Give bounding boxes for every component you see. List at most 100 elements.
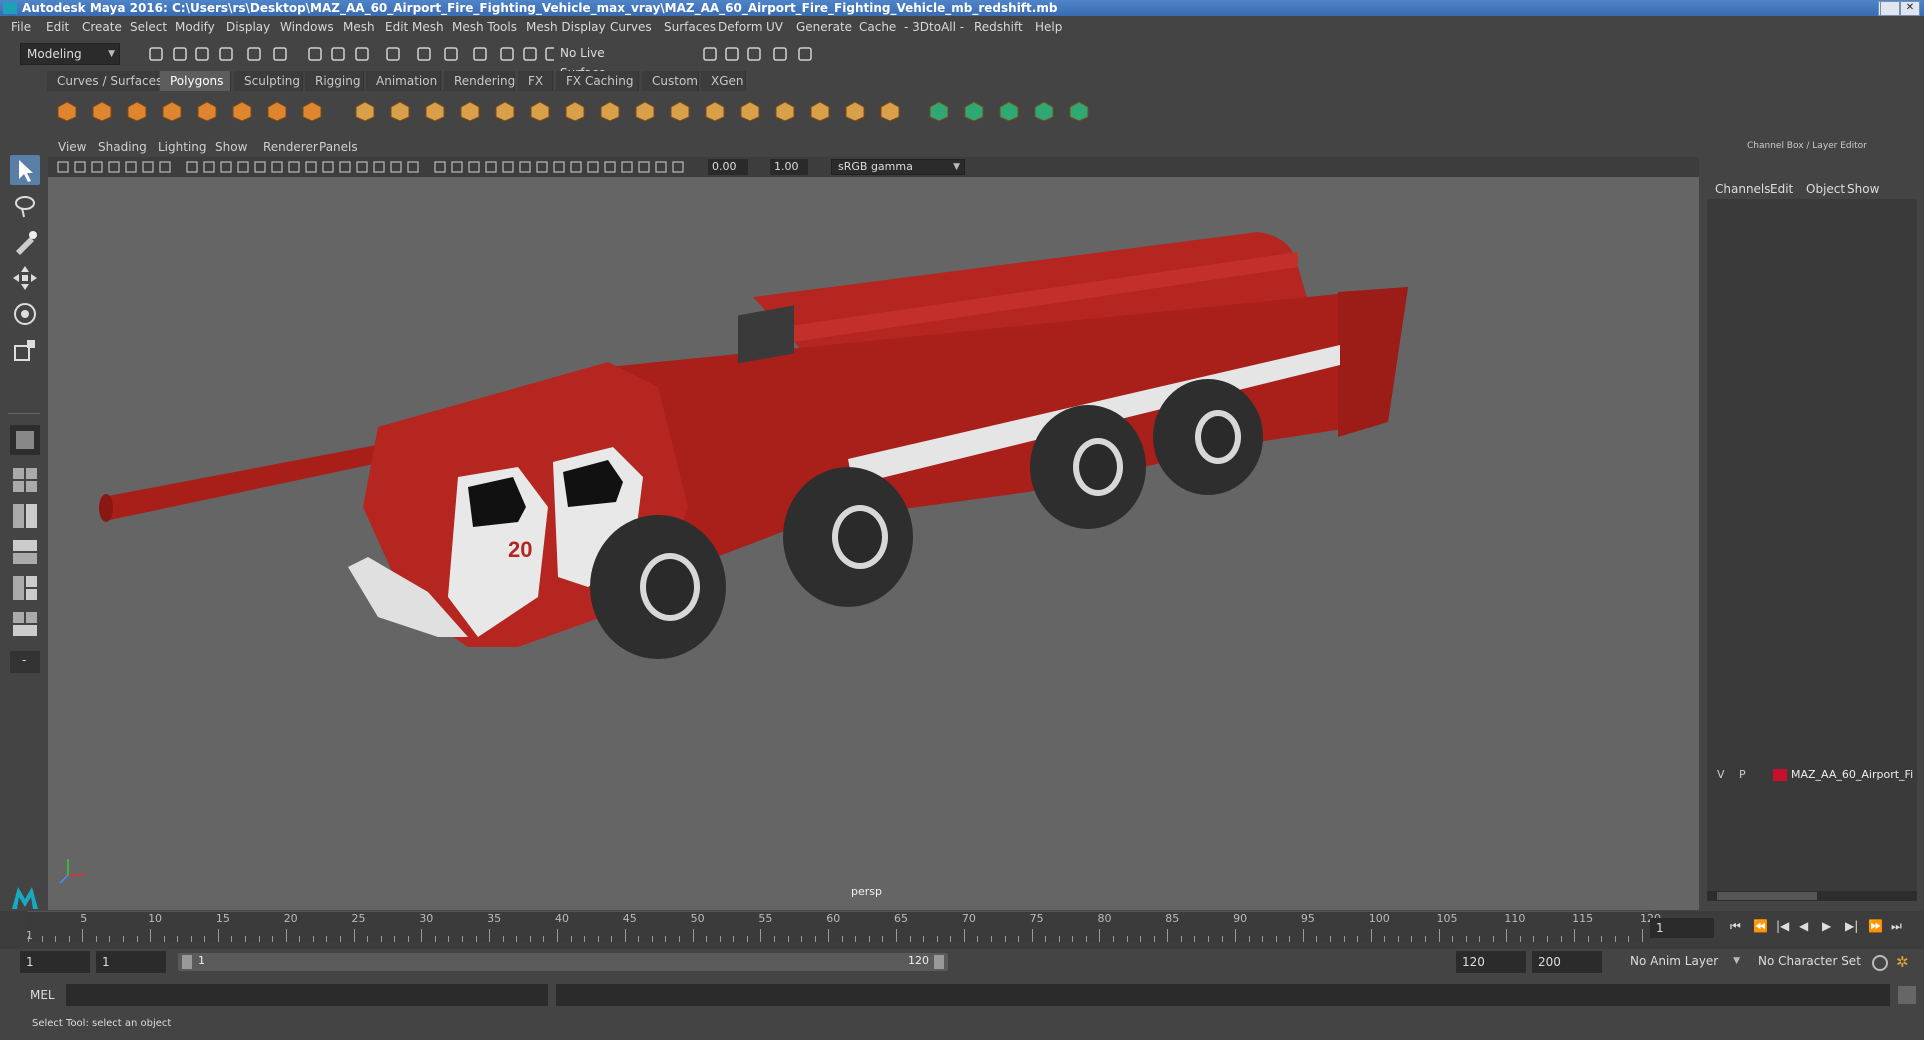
status-tool-14-icon[interactable] — [497, 44, 517, 64]
viewport-tool-1-icon[interactable] — [56, 160, 70, 174]
live-surface-field[interactable]: No Live Surface — [554, 43, 654, 80]
layer-playback-toggle[interactable]: P — [1739, 768, 1746, 781]
gamma-field[interactable]: 1.00 — [770, 159, 808, 175]
menu-display[interactable]: Display — [226, 20, 270, 34]
anim-layer-dropdown[interactable]: No Anim Layer ▼ — [1624, 951, 1744, 973]
viewport-tool-27-icon[interactable] — [518, 160, 532, 174]
four-view-button[interactable] — [10, 465, 40, 495]
viewport-tool-17-icon[interactable] — [338, 160, 352, 174]
range-handle-right[interactable] — [934, 955, 944, 969]
end-frame-field[interactable]: 120 — [1456, 951, 1526, 973]
mirror-icon[interactable] — [702, 99, 728, 123]
step-forward-frame-icon[interactable]: ▶| — [1845, 919, 1858, 933]
cylinder-icon[interactable] — [124, 99, 150, 123]
menu-curves[interactable]: Curves — [610, 20, 652, 34]
shelf-tab-fx-caching[interactable]: FX Caching — [556, 71, 639, 91]
fill-hole-icon[interactable] — [772, 99, 798, 123]
viewport-tool-6-icon[interactable] — [141, 160, 155, 174]
merge-icon[interactable] — [667, 99, 693, 123]
color-space-dropdown[interactable]: sRGB gamma ▼ — [831, 159, 965, 175]
toolbox-collapse-button[interactable]: - — [10, 651, 40, 673]
rotate-tool-button[interactable] — [10, 299, 40, 329]
texture-icon[interactable] — [996, 99, 1022, 123]
exposure-field[interactable]: 0.00 — [708, 159, 748, 175]
shelf-tab-xgen[interactable]: XGen — [701, 71, 746, 91]
range-handle-left[interactable] — [182, 955, 192, 969]
shelf-tab-curves-surfaces[interactable]: Curves / Surfaces — [47, 71, 162, 91]
menu-edit-mesh[interactable]: Edit Mesh — [385, 20, 444, 34]
shelf-tab-animation[interactable]: Animation — [366, 71, 441, 91]
command-input[interactable] — [66, 984, 548, 1006]
viewport-menu-view[interactable]: View — [58, 140, 86, 154]
move-tool-button[interactable] — [10, 263, 40, 293]
auto-map-icon[interactable] — [877, 99, 903, 123]
viewport-tool-24-icon[interactable] — [467, 160, 481, 174]
status-tool-6-icon[interactable] — [270, 44, 290, 64]
planar-map-icon[interactable] — [842, 99, 868, 123]
viewport-menu-shading[interactable]: Shading — [98, 140, 147, 154]
single-view-button[interactable] — [10, 425, 40, 455]
viewport-tool-21-icon[interactable] — [406, 160, 420, 174]
sphere-icon[interactable] — [54, 99, 80, 123]
select-tool-button[interactable] — [10, 155, 40, 185]
step-back-frame-icon[interactable]: |◀ — [1776, 919, 1789, 933]
viewport-tool-25-icon[interactable] — [484, 160, 498, 174]
channel-menu-channels[interactable]: Channels — [1715, 182, 1771, 196]
step-forward-key-icon[interactable]: ⏩ — [1868, 919, 1883, 933]
menu-help[interactable]: Help — [1035, 20, 1062, 34]
viewport-tool-20-icon[interactable] — [389, 160, 403, 174]
maximize-button[interactable] — [1880, 1, 1900, 16]
viewport-tool-3-icon[interactable] — [90, 160, 104, 174]
menu-create[interactable]: Create — [82, 20, 122, 34]
range-start-field[interactable]: 1 — [96, 951, 166, 973]
viewport-tool-23-icon[interactable] — [450, 160, 464, 174]
grid-icon[interactable] — [457, 99, 483, 123]
viewport-tool-30-icon[interactable] — [569, 160, 583, 174]
menu-modify[interactable]: Modify — [175, 20, 215, 34]
cone-icon[interactable] — [159, 99, 185, 123]
command-language[interactable]: MEL — [30, 988, 55, 1002]
menu-file[interactable]: File — [11, 20, 31, 34]
menu-select[interactable]: Select — [130, 20, 167, 34]
menu-surfaces[interactable]: Surfaces — [664, 20, 716, 34]
status-tool-11-icon[interactable] — [414, 44, 434, 64]
two-view-button[interactable] — [10, 501, 40, 531]
viewport-menu-show[interactable]: Show — [215, 140, 247, 154]
timeline-ruler[interactable]: 1 5 10 15 20 25 30 35 40 45 50 55 60 65 70 75 80 85 90 95 10… — [26, 911, 1661, 942]
bevel-icon[interactable] — [492, 99, 518, 123]
current-frame-field[interactable]: 1 — [1650, 918, 1714, 938]
viewport-tool-7-icon[interactable] — [158, 160, 172, 174]
close-button[interactable]: ✕ — [1900, 1, 1920, 16]
status-tool-21-icon[interactable] — [795, 44, 815, 64]
layer-scrollbar[interactable] — [1707, 891, 1917, 901]
torus-icon[interactable] — [229, 99, 255, 123]
play-forward-icon[interactable]: ▶ — [1822, 919, 1831, 933]
go-to-end-icon[interactable]: ⏭ — [1891, 919, 1902, 934]
viewport-tool-26-icon[interactable] — [501, 160, 515, 174]
viewport-tool-22-icon[interactable] — [433, 160, 447, 174]
status-tool-9-icon[interactable] — [352, 44, 372, 64]
status-tool-13-icon[interactable] — [470, 44, 490, 64]
menu-generate[interactable]: Generate — [796, 20, 852, 34]
separate-icon[interactable] — [387, 99, 413, 123]
mode-dropdown[interactable]: Modeling ▼ — [20, 43, 120, 65]
shelf-tab-custom[interactable]: Custom — [642, 71, 699, 91]
status-tool-10-icon[interactable] — [383, 44, 403, 64]
status-tool-7-icon[interactable] — [305, 44, 325, 64]
viewport-tool-11-icon[interactable] — [236, 160, 250, 174]
uv-editor-icon[interactable] — [926, 99, 952, 123]
menu-uv[interactable]: UV — [766, 20, 783, 34]
viewport-tool-19-icon[interactable] — [372, 160, 386, 174]
outliner-view-button[interactable] — [10, 537, 40, 567]
viewport-tool-12-icon[interactable] — [253, 160, 267, 174]
status-tool-19-icon[interactable] — [744, 44, 764, 64]
multicut-icon[interactable] — [562, 99, 588, 123]
viewport-tool-16-icon[interactable] — [321, 160, 335, 174]
extrude-icon[interactable] — [527, 99, 553, 123]
layer-row[interactable]: V P MAZ_AA_60_Airport_Fi — [1709, 767, 1915, 783]
start-frame-field[interactable]: 1 — [20, 951, 90, 973]
status-tool-4-icon[interactable] — [216, 44, 236, 64]
character-set-dropdown[interactable]: No Character Set — [1752, 951, 1868, 973]
combine-icon[interactable] — [352, 99, 378, 123]
viewport-menu-lighting[interactable]: Lighting — [158, 140, 207, 154]
